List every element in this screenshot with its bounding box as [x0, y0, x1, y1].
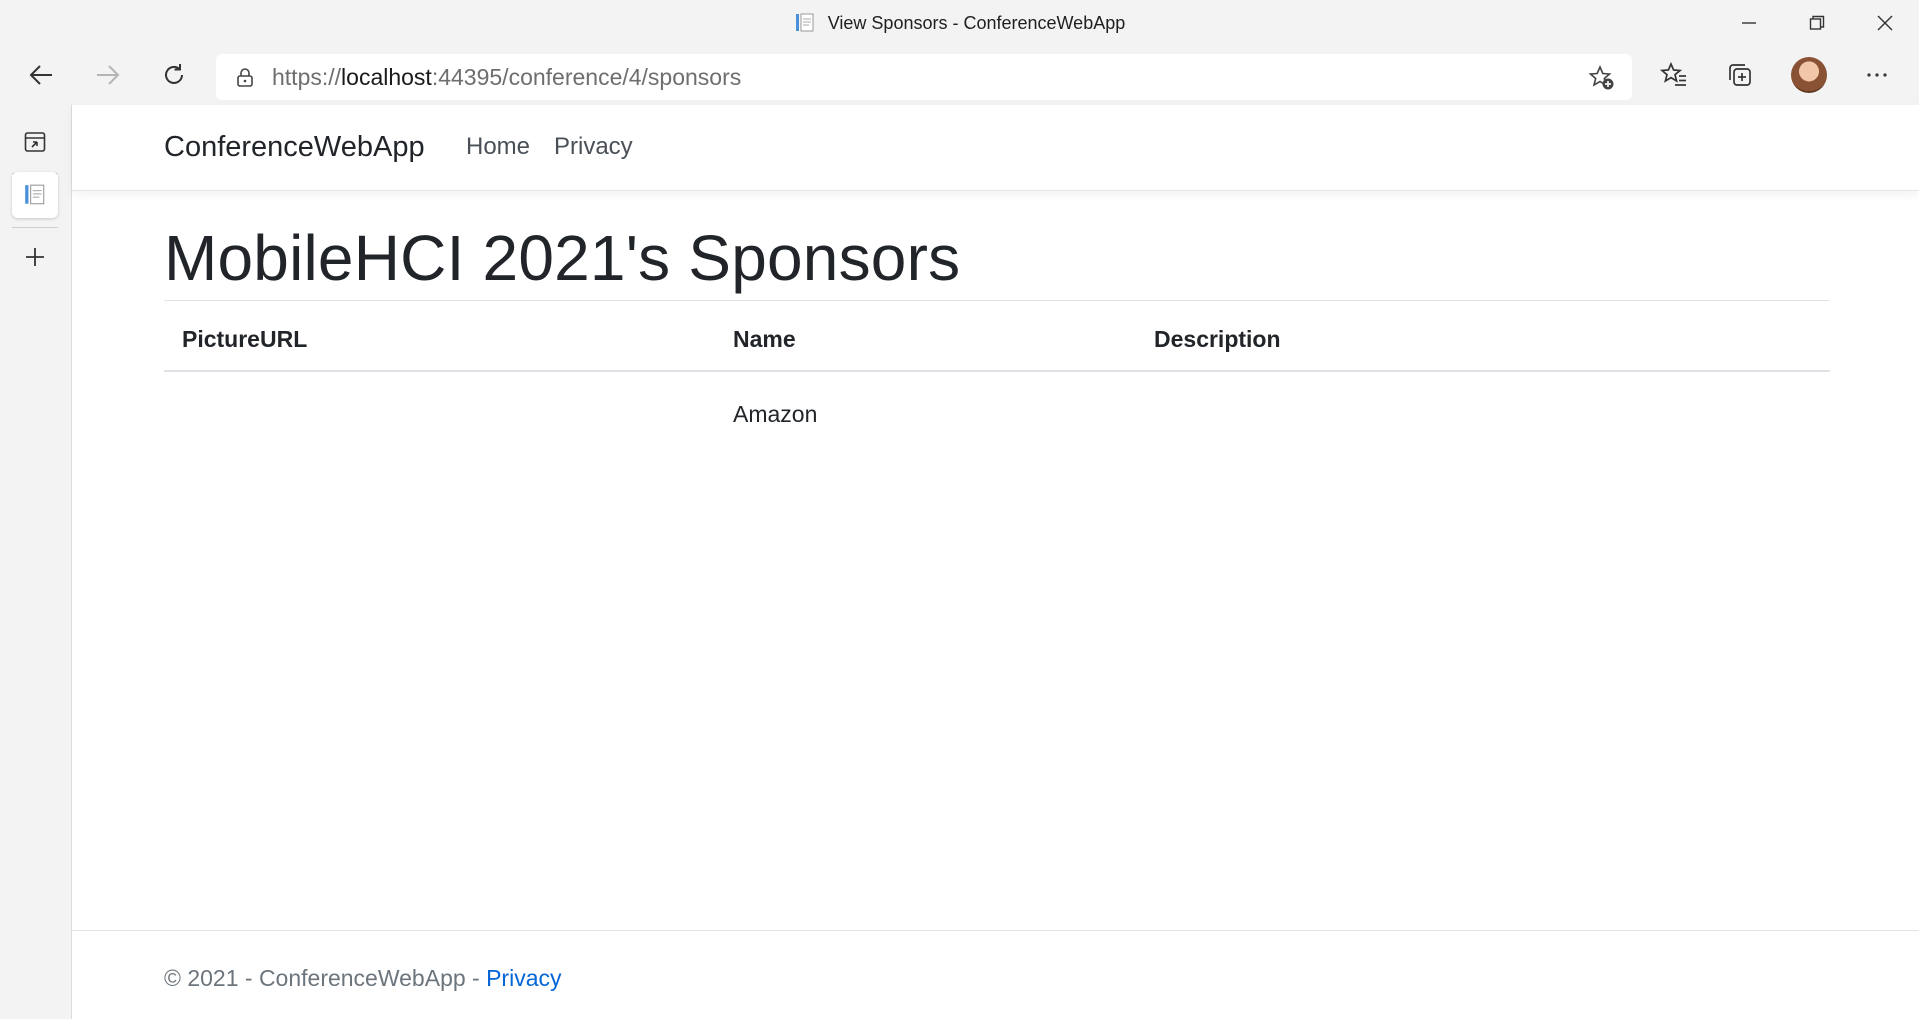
profile-avatar[interactable]	[1791, 57, 1827, 93]
tab-actions-icon	[24, 132, 46, 152]
minimize-button[interactable]	[1715, 0, 1783, 46]
close-icon	[1877, 15, 1893, 31]
footer-privacy-link[interactable]: Privacy	[486, 965, 561, 991]
window-title: View Sponsors - ConferenceWebApp	[0, 0, 1919, 46]
more-dots-icon	[1867, 73, 1887, 77]
title-bar: View Sponsors - ConferenceWebApp	[0, 0, 1919, 46]
navbar-brand[interactable]: ConferenceWebApp	[164, 131, 425, 164]
table-header-divider	[164, 370, 1830, 372]
lock-icon	[237, 68, 253, 87]
browser-toolbar: https://localhost:44395/conference/4/spo…	[0, 46, 1919, 105]
nav-link-privacy[interactable]: Privacy	[554, 133, 633, 161]
web-page: ConferenceWebApp Home Privacy MobileHCI …	[72, 105, 1919, 1019]
back-button[interactable]	[19, 53, 63, 97]
forward-arrow-icon	[97, 65, 120, 85]
restore-icon	[1809, 15, 1825, 30]
minimize-icon	[1742, 22, 1756, 24]
back-arrow-icon	[29, 65, 52, 85]
refresh-icon	[165, 64, 183, 84]
page-title: MobileHCI 2021's Sponsors	[164, 222, 961, 294]
collections-icon	[1729, 64, 1751, 86]
favorites-icon	[1660, 61, 1686, 86]
new-tab-button[interactable]	[12, 234, 58, 280]
footer-text: © 2021 - ConferenceWebApp - Privacy	[164, 965, 562, 992]
collections-button[interactable]	[1718, 53, 1762, 97]
column-header-pictureurl: PictureURL	[182, 326, 308, 352]
tab-actions-button[interactable]	[12, 119, 58, 165]
window-title-text: View Sponsors - ConferenceWebApp	[827, 12, 1126, 33]
footer-copyright: © 2021 - ConferenceWebApp -	[164, 965, 487, 991]
url-scheme: https://	[272, 63, 342, 90]
refresh-button[interactable]	[152, 53, 196, 97]
column-header-name: Name	[733, 326, 796, 352]
vertical-tabs-panel	[0, 105, 72, 1019]
nav-link-home[interactable]: Home	[466, 133, 530, 161]
settings-more-button[interactable]	[1855, 53, 1899, 97]
tabs-divider	[12, 227, 58, 228]
forward-button[interactable]	[86, 53, 130, 97]
url-text: https://localhost:44395/conference/4/spo…	[272, 64, 741, 91]
url-host: localhost	[341, 63, 432, 90]
restore-button[interactable]	[1783, 0, 1851, 46]
title-divider	[164, 300, 1830, 301]
site-navbar: ConferenceWebApp Home Privacy	[72, 105, 1919, 191]
address-bar[interactable]: https://localhost:44395/conference/4/spo…	[216, 54, 1632, 100]
plus-icon	[26, 248, 44, 266]
close-button[interactable]	[1851, 0, 1919, 46]
cell-name: Amazon	[733, 401, 818, 427]
page-favicon-icon	[25, 184, 45, 205]
vertical-tab-view-sponsors[interactable]	[12, 172, 58, 218]
add-favorite-icon[interactable]	[1588, 64, 1616, 92]
favorites-button[interactable]	[1652, 53, 1696, 97]
column-header-description: Description	[1154, 326, 1281, 352]
page-favicon-icon	[794, 12, 816, 34]
url-path: :44395/conference/4/sponsors	[431, 63, 742, 90]
site-footer: © 2021 - ConferenceWebApp - Privacy	[72, 930, 1919, 1019]
